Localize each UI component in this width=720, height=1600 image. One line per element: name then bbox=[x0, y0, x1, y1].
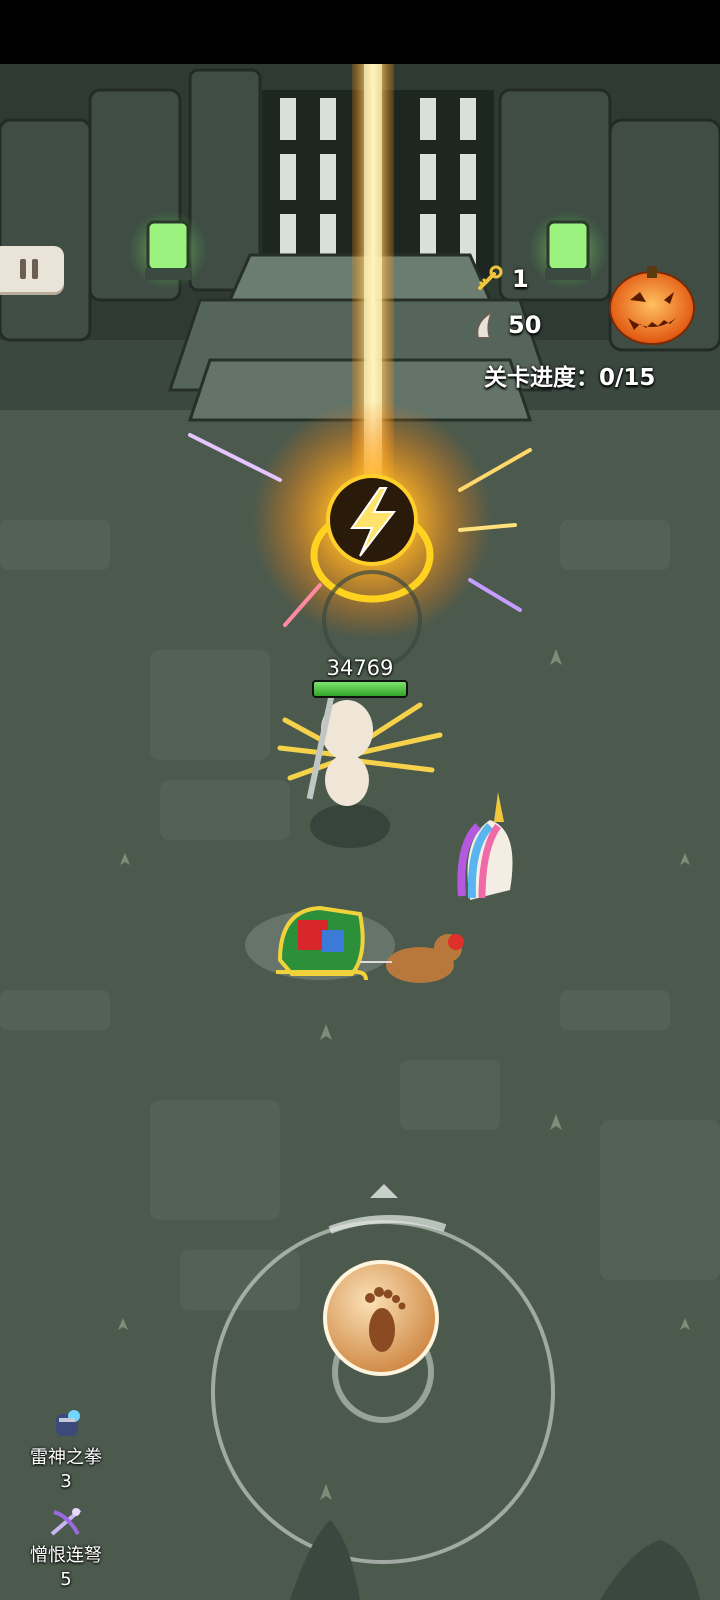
lightning-icon bbox=[326, 474, 418, 566]
right-lantern bbox=[528, 210, 608, 290]
status-bar bbox=[0, 0, 720, 64]
pause-icon bbox=[20, 259, 26, 279]
boss-hp-value: 34769 bbox=[326, 656, 394, 680]
claws-counter: 50 bbox=[470, 310, 541, 340]
thunder-fist-icon bbox=[56, 1410, 80, 1436]
stage-progress: 关卡进度：0/15 bbox=[484, 365, 656, 391]
skill-name: 雷神之拳 bbox=[30, 1447, 102, 1468]
left-lantern bbox=[128, 210, 208, 290]
skill-name: 憎恨连弩 bbox=[30, 1545, 102, 1566]
keys-counter: 1 bbox=[474, 264, 529, 294]
skill-level: 5 bbox=[60, 1569, 72, 1590]
keys-count: 1 bbox=[512, 265, 529, 293]
key-icon bbox=[478, 265, 503, 290]
claw-icon bbox=[476, 310, 494, 339]
movement-joystick[interactable] bbox=[213, 1222, 553, 1562]
crossbow-icon bbox=[50, 1508, 82, 1536]
skill-level: 3 bbox=[60, 1471, 72, 1492]
pause-button[interactable] bbox=[0, 246, 64, 292]
claws-count: 50 bbox=[508, 311, 542, 339]
skill-hatred-crossbow: 憎恨连弩 5 bbox=[16, 1504, 116, 1592]
skill-thunder-fist: 雷神之拳 3 bbox=[16, 1406, 116, 1494]
boss-hp-fill bbox=[314, 682, 406, 696]
boss-hp-bar bbox=[312, 680, 408, 698]
